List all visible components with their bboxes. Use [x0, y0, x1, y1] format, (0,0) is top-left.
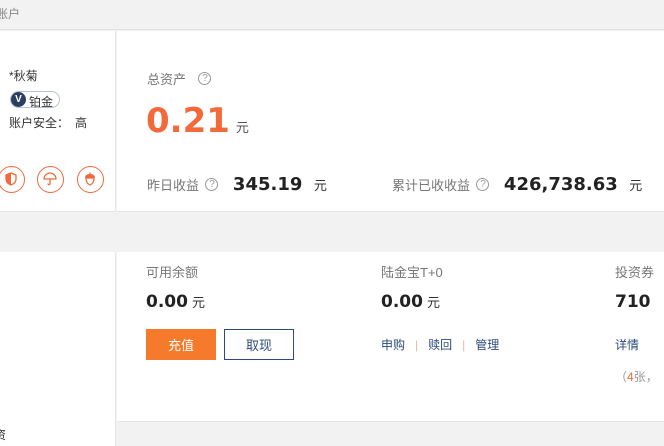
total-assets-header: 总资产 ?	[147, 69, 212, 88]
total-assets-amount: 0.21 元	[146, 101, 249, 141]
lujinbao-amount: 0.00 元	[381, 292, 440, 312]
withdraw-button[interactable]: 取现	[224, 329, 294, 360]
lujinbao-value: 0.00	[381, 292, 423, 312]
coupons-amount: 710	[615, 292, 651, 312]
help-icon[interactable]: ?	[205, 178, 219, 191]
help-icon[interactable]: ?	[198, 72, 212, 85]
yesterday-earnings-label: 昨日收益	[147, 178, 200, 193]
account-security: 账户安全： 高	[9, 114, 87, 131]
cumulative-earnings-value: 426,738.63	[503, 174, 618, 195]
lujinbao-balance: 陆金宝T+0 0.00 元	[381, 262, 443, 312]
side-menu-card: 资	[0, 252, 116, 446]
vip-level-badge[interactable]: V 铂金	[10, 91, 60, 109]
security-label: 账户安全：	[9, 116, 70, 130]
available-balance-label: 可用余额	[146, 265, 199, 280]
coupon-count-prefix: （	[615, 370, 628, 384]
coupon-count-suffix: 张，	[633, 370, 658, 384]
available-balance-unit: 元	[191, 295, 205, 310]
total-assets-unit: 元	[235, 120, 249, 135]
profile-card: *秋菊 V 铂金 账户安全： 高	[0, 31, 116, 212]
asset-summary-card: 总资产 ? 0.21 元 昨日收益 ? 345.19 元 累计已收收益 ? 426…	[117, 31, 664, 212]
available-balance: 可用余额 0.00 元	[146, 262, 205, 312]
acorn-icon[interactable]	[77, 166, 104, 193]
available-balance-value: 0.00	[146, 292, 188, 312]
recharge-button[interactable]: 充值	[146, 329, 216, 360]
user-name: *秋菊	[9, 69, 38, 83]
umbrella-icon[interactable]	[37, 166, 64, 193]
cumulative-earnings-unit: 元	[629, 178, 643, 193]
redeem-link[interactable]: 赎回	[428, 338, 452, 352]
link-separator: |	[462, 338, 466, 352]
cumulative-earnings-label: 累计已收收益	[392, 178, 471, 193]
vip-icon: V	[11, 92, 26, 107]
coupon-count-value: 4	[627, 370, 634, 384]
lujinbao-label: 陆金宝T+0	[381, 265, 443, 280]
coupon-detail-link[interactable]: 详情	[615, 336, 639, 353]
buy-link[interactable]: 申购	[381, 338, 405, 352]
manage-link[interactable]: 管理	[475, 338, 499, 352]
lujinbao-unit: 元	[426, 295, 440, 310]
yesterday-earnings-unit: 元	[313, 178, 327, 193]
coupons-label: 投资券	[615, 265, 655, 280]
cumulative-earnings: 累计已收收益 ? 426,738.63 元	[392, 174, 642, 195]
yesterday-earnings-value: 345.19	[232, 174, 303, 195]
breadcrumb: 账户	[0, 7, 21, 21]
vip-level-label: 铂金	[29, 95, 54, 109]
balances-card: 可用余额 0.00 元 陆金宝T+0 0.00 元 投资券 710 充值 取现 申购…	[117, 252, 664, 422]
help-icon[interactable]: ?	[476, 178, 490, 191]
coupon-count: （4张，	[615, 368, 658, 385]
side-menu-item-label[interactable]: 资	[0, 426, 6, 443]
total-assets-value: 0.21	[146, 101, 230, 141]
security-value: 高	[75, 116, 88, 130]
coupons-balance: 投资券 710	[615, 262, 655, 312]
link-separator: |	[415, 338, 419, 352]
top-bar: 账户	[0, 0, 664, 30]
coupons-value: 710	[615, 292, 651, 312]
yesterday-earnings: 昨日收益 ? 345.19 元	[147, 174, 327, 195]
lujinbao-actions: 申购 | 赎回 | 管理	[381, 336, 499, 353]
total-assets-label: 总资产	[147, 72, 187, 87]
available-balance-amount: 0.00 元	[146, 292, 205, 312]
shield-icon[interactable]	[0, 166, 25, 193]
